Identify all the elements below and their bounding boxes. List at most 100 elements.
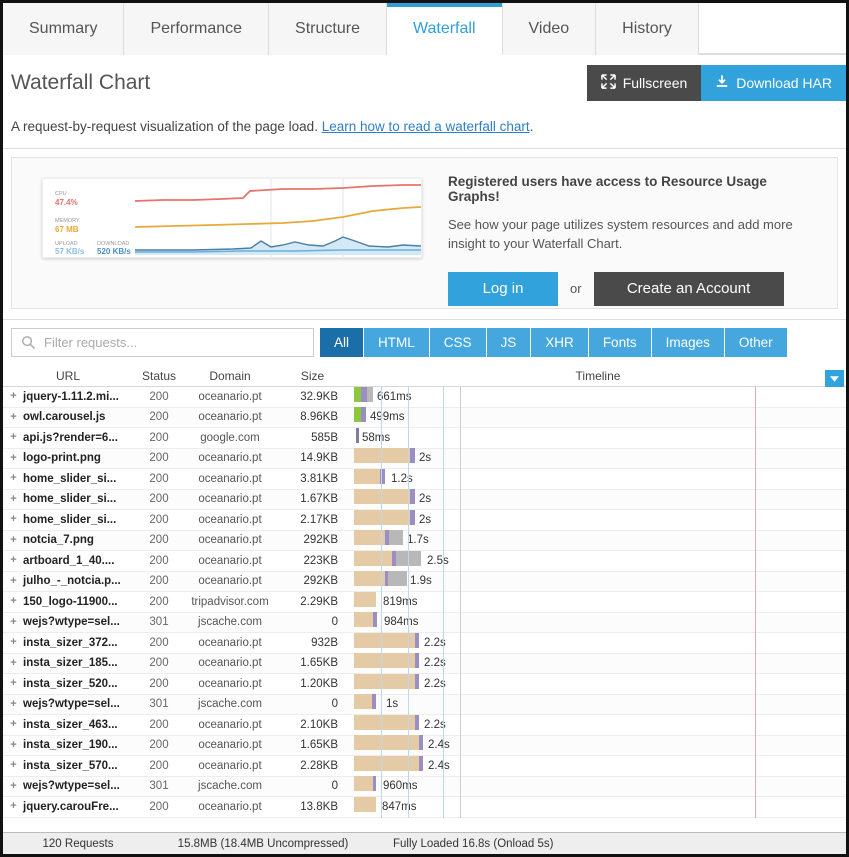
timeline-segment-blocked	[354, 530, 385, 545]
status-requests: 120 Requests	[42, 837, 114, 850]
filter-html[interactable]: HTML	[364, 328, 430, 357]
column-header-url[interactable]: URL	[3, 369, 133, 383]
expand-row-icon[interactable]: +	[9, 411, 18, 422]
timeline-segment-small	[356, 427, 359, 443]
row-status-cell: 200	[149, 452, 169, 465]
table-row[interactable]: + insta_sizer_570... 200 oceanario.pt 2.28KB…	[3, 755, 846, 777]
search-box[interactable]	[11, 328, 314, 357]
filter-all[interactable]: All	[320, 328, 365, 357]
expand-row-icon[interactable]: +	[9, 452, 18, 463]
table-row[interactable]: + wejs?wtype=sel... 301 jscache.com 0 984ms	[3, 612, 846, 633]
table-row[interactable]: + insta_sizer_463... 200 oceanario.pt 2.10KB…	[3, 714, 846, 736]
expand-row-icon[interactable]: +	[9, 596, 18, 607]
row-domain-cell: oceanario.pt	[198, 677, 262, 690]
tab-performance[interactable]: Performance	[124, 3, 270, 55]
timeline-segment-blocked	[354, 735, 419, 750]
filter-xhr[interactable]: XHR	[531, 328, 589, 357]
promo-or-label: or	[570, 281, 582, 297]
row-url-cell: + artboard_1_40....	[3, 555, 133, 567]
table-row[interactable]: + julho_-_notcia.p... 200 oceanario.pt 292KB…	[3, 571, 846, 592]
table-row[interactable]: + wejs?wtype=sel... 301 jscache.com 0 960ms	[3, 776, 846, 797]
row-domain-cell: oceanario.pt	[198, 759, 262, 772]
timeline-segment-dns	[354, 407, 361, 422]
table-row[interactable]: + jquery.carouFre... 200 oceanario.pt 13.8KB…	[3, 796, 846, 818]
expand-row-icon[interactable]: +	[9, 514, 18, 525]
filter-css[interactable]: CSS	[429, 328, 487, 357]
row-url-text: jquery.carouFre...	[23, 800, 119, 813]
table-row[interactable]: + insta_sizer_520... 200 oceanario.pt 1.20KB…	[3, 673, 846, 695]
row-timeline-cell: 1.7s	[350, 530, 846, 551]
tab-waterfall[interactable]: Waterfall	[386, 3, 503, 55]
row-url-cell: + insta_sizer_520...	[3, 678, 133, 690]
timeline-segment-blocked	[354, 509, 410, 525]
table-row[interactable]: + home_slider_si... 200 oceanario.pt 3.81KB 1…	[3, 468, 846, 490]
row-url-text: 150_logo-11900...	[23, 595, 118, 608]
tab-summary[interactable]: Summary	[3, 3, 125, 55]
expand-row-icon[interactable]: +	[9, 555, 18, 566]
expand-row-icon[interactable]: +	[9, 739, 18, 750]
table-row[interactable]: + artboard_1_40.... 200 oceanario.pt 223KB 2.…	[3, 550, 846, 572]
download-har-button[interactable]: Download HAR	[701, 65, 846, 101]
login-button[interactable]: Log in	[448, 271, 558, 306]
table-row[interactable]: + home_slider_si... 200 oceanario.pt 1.67KB 2…	[3, 489, 846, 510]
row-url-text: owl.carousel.js	[23, 411, 106, 424]
filter-other[interactable]: Other	[724, 328, 787, 357]
fullscreen-button[interactable]: Fullscreen	[586, 65, 702, 101]
expand-row-icon[interactable]: +	[9, 432, 18, 443]
expand-row-icon[interactable]: +	[9, 760, 18, 771]
tab-bar-filler	[698, 3, 846, 54]
table-row[interactable]: + owl.carousel.js 200 oceanario.pt 8.96KB 499…	[3, 407, 846, 428]
row-url-cell: + wejs?wtype=sel...	[3, 616, 133, 628]
column-header-status[interactable]: Status	[133, 369, 185, 383]
expand-row-icon[interactable]: +	[9, 780, 18, 791]
row-timeline-cell: 2.5s	[350, 550, 846, 572]
table-row[interactable]: + api.js?render=6... 200 google.com 585B 58ms	[3, 427, 846, 449]
row-domain-cell: oceanario.pt	[198, 411, 262, 424]
expand-row-icon[interactable]: +	[9, 493, 18, 504]
column-header-size[interactable]: Size	[275, 369, 350, 383]
table-row[interactable]: + wejs?wtype=sel... 301 jscache.com 0 1s	[3, 694, 846, 715]
expand-row-icon[interactable]: +	[9, 801, 18, 812]
expand-row-icon[interactable]: +	[9, 719, 18, 730]
tab-video[interactable]: Video	[502, 3, 597, 55]
row-status-cell: 200	[149, 513, 169, 526]
timeline-duration-label: 1.9s	[410, 575, 432, 587]
tab-bar: Summary Performance Structure Waterfall Vide…	[3, 3, 846, 55]
table-row[interactable]: + home_slider_si... 200 oceanario.pt 2.17KB 2…	[3, 509, 846, 531]
tab-history[interactable]: History	[596, 3, 699, 55]
waterfall-help-link[interactable]: Learn how to read a waterfall chart	[322, 119, 530, 134]
row-url-cell: + wejs?wtype=sel...	[3, 780, 133, 792]
expand-row-icon[interactable]: +	[9, 473, 18, 484]
timeline-segment-ttfb	[410, 448, 415, 463]
table-row[interactable]: + insta_sizer_372... 200 oceanario.pt 932B 2.…	[3, 632, 846, 654]
expand-row-icon[interactable]: +	[9, 678, 18, 689]
row-timeline-cell: 847ms	[350, 796, 846, 818]
expand-row-icon[interactable]: +	[9, 575, 18, 586]
table-row[interactable]: +150_logo-11900... 200 tripadvisor.com 2.29…	[3, 591, 846, 613]
table-row[interactable]: + insta_sizer_190... 200 oceanario.pt 1.65KB…	[3, 735, 846, 756]
download-har-label: Download HAR	[736, 75, 832, 91]
table-row[interactable]: + notcia_7.png 200 oceanario.pt 292KB 1.7s	[3, 530, 846, 551]
filter-js[interactable]: JS	[486, 328, 532, 357]
filter-images[interactable]: Images	[651, 328, 725, 357]
expand-row-icon[interactable]: +	[9, 637, 18, 648]
row-size-cell: 0	[331, 780, 338, 793]
expand-row-icon[interactable]: +	[9, 616, 18, 627]
row-url-text: insta_sizer_570...	[23, 759, 118, 772]
table-row[interactable]: + insta_sizer_185... 200 oceanario.pt 1.65KB…	[3, 653, 846, 674]
row-timeline-cell: 819ms	[350, 591, 846, 613]
create-account-button[interactable]: Create an Account	[593, 271, 784, 306]
table-row[interactable]: + logo-print.png 200 oceanario.pt 14.9KB 2s	[3, 448, 846, 469]
expand-row-icon[interactable]: +	[9, 534, 18, 545]
column-header-domain[interactable]: Domain	[185, 369, 275, 383]
table-row[interactable]: + jquery-1.11.2.mi... 200 oceanario.pt 32.9K…	[3, 386, 846, 408]
row-url-text: api.js?render=6...	[23, 431, 118, 444]
expand-row-icon[interactable]: +	[9, 657, 18, 668]
row-timeline-cell: 2.2s	[350, 653, 846, 674]
expand-row-icon[interactable]: +	[9, 698, 18, 709]
tab-structure[interactable]: Structure	[269, 3, 387, 55]
filter-fonts[interactable]: Fonts	[588, 328, 652, 357]
search-input[interactable]	[42, 334, 313, 351]
row-status-cell: 200	[149, 739, 169, 752]
expand-row-icon[interactable]: +	[9, 391, 18, 402]
